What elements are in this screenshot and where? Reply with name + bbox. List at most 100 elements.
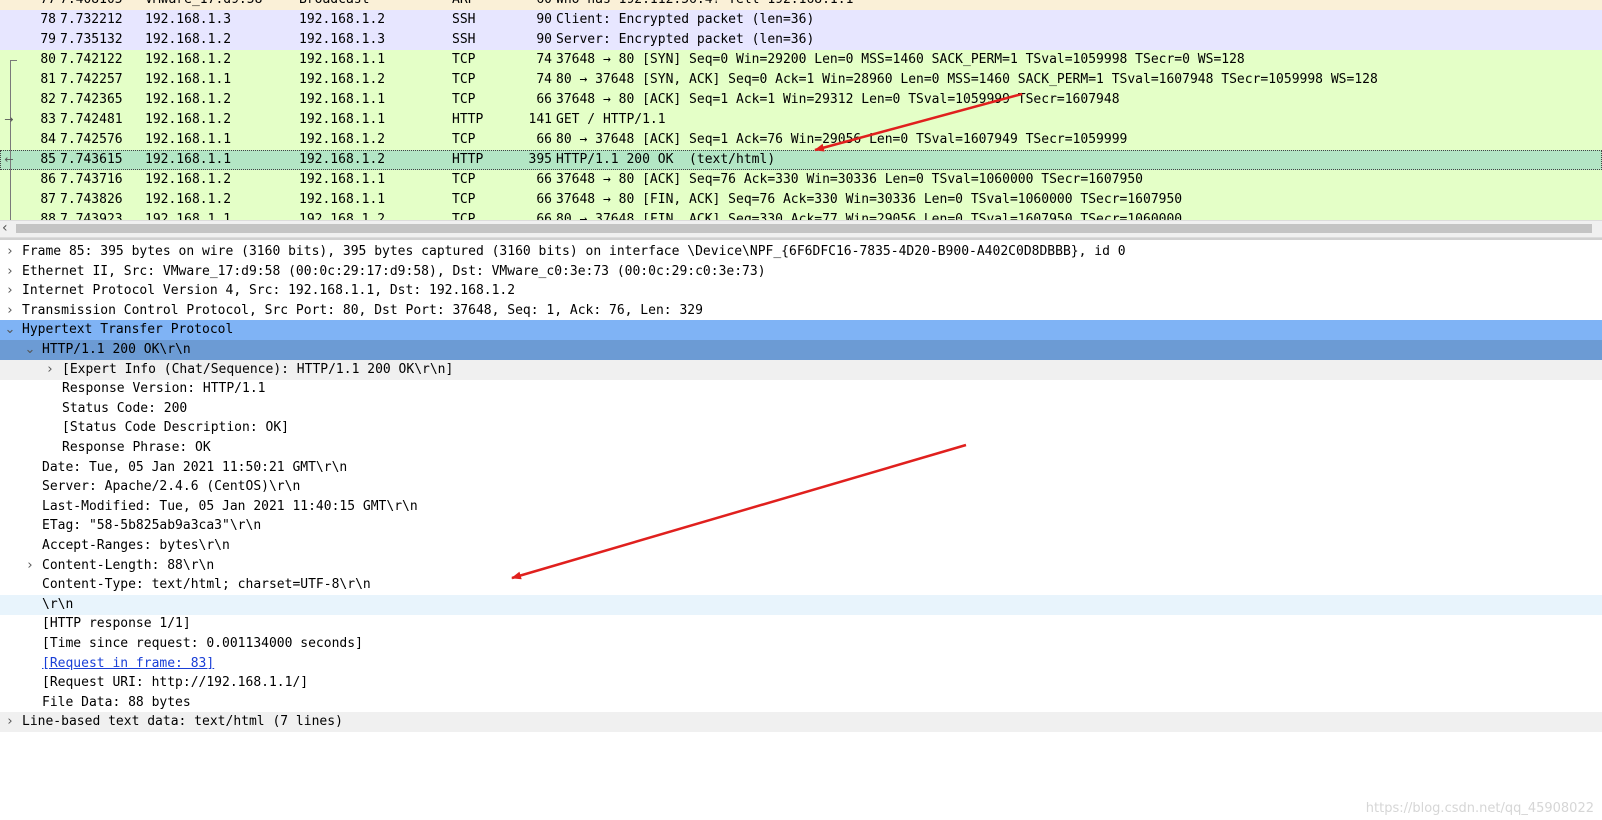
detail-row[interactable]: › Internet Protocol Version 4, Src: 192.1… [0,281,1602,301]
packet-row[interactable]: 86 7.743716 192.168.1.2 192.168.1.1 TCP 66 376… [0,170,1602,190]
chevron-right-icon[interactable]: › [44,360,56,380]
packet-info: Client: Encrypted packet (len=36) [556,12,815,27]
detail-row[interactable]: › Content-Length: 88\r\n [0,556,1602,576]
packet-row[interactable]: 87 7.743826 192.168.1.2 192.168.1.1 TCP 66 376… [0,190,1602,210]
detail-text: Frame 85: 395 bytes on wire (3160 bits),… [22,244,1126,259]
packet-time: 7.742576 [60,132,123,147]
packet-row[interactable]: 80 7.742122 192.168.1.2 192.168.1.1 TCP 74 376… [0,50,1602,70]
watermark: https://blog.csdn.net/qq_45908022 [1365,801,1594,816]
detail-text: Internet Protocol Version 4, Src: 192.16… [22,283,516,299]
scroll-left-icon[interactable]: ‹ [2,220,8,236]
detail-text: [HTTP response 1/1] [42,616,191,632]
chevron-right-icon[interactable]: › [4,242,16,262]
chevron-right-icon[interactable]: › [4,712,16,732]
detail-row[interactable]: Accept-Ranges: bytes\r\n [0,536,1602,556]
packet-list[interactable]: 77 7.408105 VMware_17:d9:58 Broadcast ARP 60 W… [0,0,1602,220]
detail-row[interactable]: Last-Modified: Tue, 05 Jan 2021 11:40:15… [0,497,1602,517]
detail-text: Last-Modified: Tue, 05 Jan 2021 11:40:15… [42,498,418,514]
detail-row[interactable]: Server: Apache/2.4.6 (CentOS)\r\n [0,477,1602,497]
detail-row[interactable]: › Ethernet II, Src: VMware_17:d9:58 (00:0… [0,262,1602,282]
packet-destination: 192.168.1.3 [299,32,386,47]
packet-number: 81 [40,72,56,87]
chevron-right-icon[interactable]: › [4,262,16,282]
detail-row[interactable]: › Line-based text data: text/html (7 line… [0,712,1602,733]
packet-number: 82 [40,92,56,107]
detail-row[interactable]: › [Expert Info (Chat/Sequence): HTTP/1.1 … [0,359,1602,380]
detail-row[interactable]: [Time since request: 0.001134000 seconds… [0,634,1602,654]
detail-text: [Time since request: 0.001134000 seconds… [42,636,363,651]
packet-info: 80 → 37648 [FIN, ACK] Seq=330 Ack=77 Win… [556,212,1183,220]
packet-time: 7.735132 [60,32,123,47]
detail-text: ETag: "58-5b825ab9a3ca3"\r\n [42,518,262,534]
packet-info: Server: Encrypted packet (len=36) [556,32,815,47]
detail-row[interactable]: Status Code: 200 [0,399,1602,419]
packet-length: 60 [510,0,552,10]
detail-row[interactable]: [Status Code Description: OK] [0,418,1602,438]
packet-length: 74 [536,72,552,87]
chevron-down-icon[interactable]: ⌄ [24,340,36,360]
horizontal-scrollbar[interactable]: ‹ [0,220,1602,238]
detail-row[interactable]: ⌄ Hypertext Transfer Protocol [0,320,1602,341]
packet-destination: 192.168.1.2 [299,212,386,220]
chevron-right-icon[interactable]: › [4,281,16,301]
packet-number: 83 [40,112,56,127]
packet-info: Who has 192.112.56.4? Tell 192.168.1.1 [556,0,853,10]
packet-info: 37648 → 80 [ACK] Seq=1 Ack=1 Win=29312 L… [556,92,1120,107]
detail-row[interactable]: Response Version: HTTP/1.1 [0,379,1602,399]
packet-protocol: TCP [452,172,476,187]
packet-destination: 192.168.1.1 [299,192,386,207]
detail-row[interactable]: File Data: 88 bytes [0,693,1602,713]
detail-text: [Status Code Description: OK] [62,420,289,436]
packet-info: HTTP/1.1 200 OK (text/html) [556,152,776,167]
detail-text: File Data: 88 bytes [42,694,191,710]
packet-length: 395 [528,152,552,167]
packet-protocol: SSH [452,32,476,47]
packet-time: 7.743923 [60,212,123,220]
packet-row[interactable]: 77 7.408105 VMware_17:d9:58 Broadcast ARP 60 W… [0,0,1602,10]
packet-length: 141 [528,112,552,127]
detail-row[interactable]: Content-Type: text/html; charset=UTF-8\r… [0,575,1602,595]
detail-row[interactable]: [Request in frame: 83] [0,654,1602,674]
packet-number: 87 [40,192,56,207]
packet-length: 66 [536,172,552,187]
packet-row-selected[interactable]: 85 7.743615 192.168.1.1 192.168.1.2 HTTP 395 H… [0,150,1602,170]
packet-info: 37648 → 80 [FIN, ACK] Seq=76 Ack=330 Win… [556,192,1183,207]
detail-row[interactable]: ETag: "58-5b825ab9a3ca3"\r\n [0,516,1602,536]
chevron-down-icon[interactable]: ⌄ [4,320,16,340]
packet-protocol: TCP [452,132,476,147]
detail-row[interactable]: [Request URI: http://192.168.1.1/] [0,673,1602,693]
packet-info: GET / HTTP/1.1 [556,112,666,127]
detail-row[interactable]: \r\n [0,594,1602,615]
packet-row[interactable]: 79 7.735132 192.168.1.2 192.168.1.3 SSH 90 Ser… [0,30,1602,50]
packet-destination: Broadcast [299,0,369,10]
chevron-right-icon[interactable]: › [4,301,16,321]
detail-text: [Request URI: http://192.168.1.1/] [42,675,309,691]
detail-row[interactable]: Response Phrase: OK [0,438,1602,458]
packet-row[interactable]: 84 7.742576 192.168.1.1 192.168.1.2 TCP 66 80 … [0,130,1602,150]
packet-info: 37648 → 80 [ACK] Seq=76 Ack=330 Win=3033… [556,172,1143,187]
packet-time: 7.408105 [60,0,123,10]
packet-protocol: HTTP [452,152,484,167]
detail-link[interactable]: [Request in frame: 83] [42,654,214,674]
packet-row[interactable]: 82 7.742365 192.168.1.2 192.168.1.1 TCP 66 376… [0,90,1602,110]
detail-text: \r\n [42,596,74,612]
detail-text: Line-based text data: text/html (7 lines… [22,714,343,730]
detail-row[interactable]: › Transmission Control Protocol, Src Port… [0,301,1602,321]
detail-row[interactable]: › Frame 85: 395 bytes on wire (3160 bits)… [0,242,1602,262]
detail-row[interactable]: ⌄ HTTP/1.1 200 OK\r\n [0,340,1602,360]
packet-length: 66 [536,212,552,220]
detail-row[interactable]: Date: Tue, 05 Jan 2021 11:50:21 GMT\r\n [0,458,1602,478]
packet-row[interactable]: 81 7.742257 192.168.1.1 192.168.1.2 TCP 74 80 … [0,70,1602,90]
scrollbar-thumb[interactable] [16,224,1592,233]
packet-number: 86 [40,172,56,187]
packet-row[interactable]: 88 7.743923 192.168.1.1 192.168.1.2 TCP 66 80 … [0,210,1602,220]
pane-splitter[interactable] [0,238,1602,240]
detail-text: Status Code: 200 [62,400,188,416]
detail-row[interactable]: [HTTP response 1/1] [0,614,1602,634]
chevron-right-icon[interactable]: › [24,556,36,576]
packet-row[interactable]: 83 7.742481 192.168.1.2 192.168.1.1 HTTP 141 G… [0,110,1602,130]
packet-source: 192.168.1.2 [145,112,232,127]
packet-protocol: TCP [452,72,476,87]
packet-protocol: TCP [452,192,476,207]
packet-row[interactable]: 78 7.732212 192.168.1.3 192.168.1.2 SSH 90 Cli… [0,10,1602,30]
